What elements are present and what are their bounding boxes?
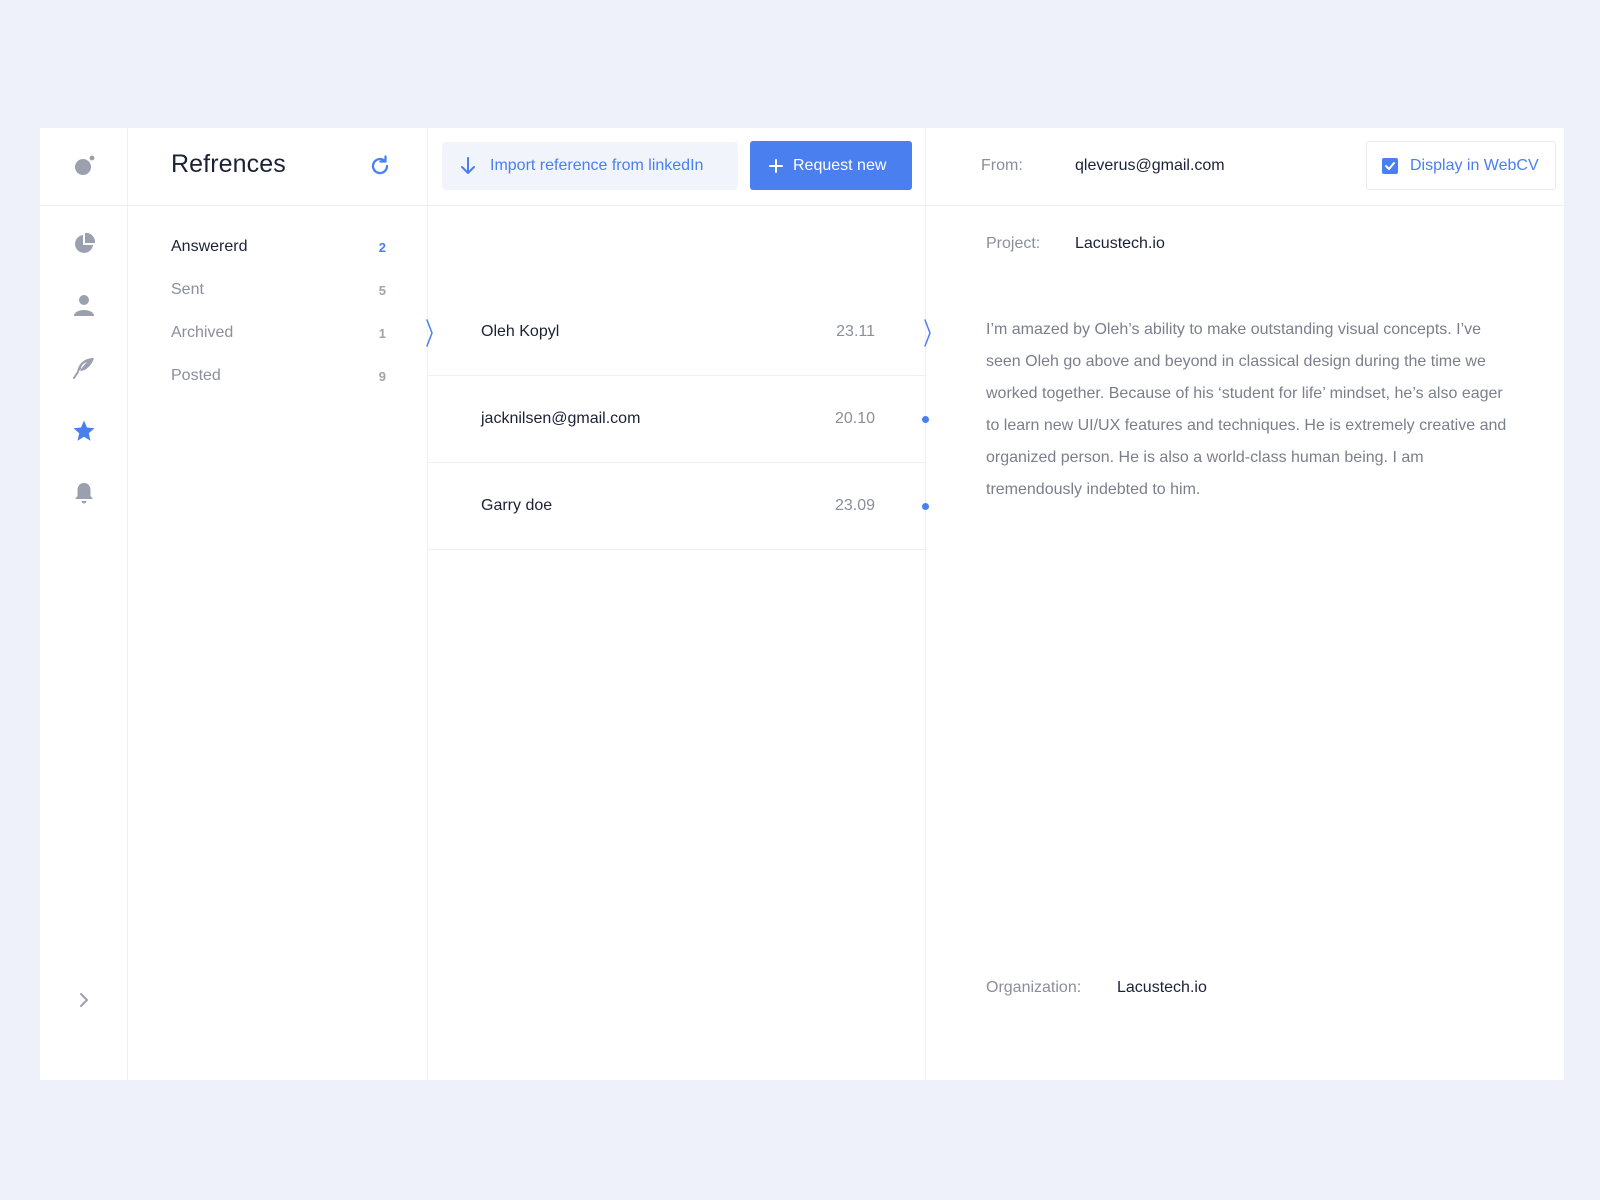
reference-row-selected[interactable]: Oleh Kopyl 23.11 bbox=[426, 289, 931, 376]
reference-row[interactable]: jacknilsen@gmail.com 20.10 bbox=[428, 376, 929, 463]
reference-detail-panel: From: qleverus@gmail.com Display in WebC… bbox=[926, 128, 1564, 1080]
arrow-down-icon bbox=[461, 157, 475, 174]
rail-divider bbox=[40, 205, 128, 206]
category-count: 9 bbox=[378, 368, 386, 384]
category-count: 2 bbox=[378, 239, 386, 255]
reference-date: 23.11 bbox=[836, 323, 875, 340]
category-label: Posted bbox=[171, 367, 221, 384]
bell-icon[interactable] bbox=[70, 479, 98, 507]
reference-date: 23.09 bbox=[834, 497, 875, 514]
from-label: From: bbox=[981, 157, 1023, 174]
pie-chart-icon[interactable] bbox=[70, 230, 98, 258]
organization-value: Lacustech.io bbox=[1117, 979, 1207, 996]
project-label: Project: bbox=[986, 235, 1041, 252]
reference-date: 20.10 bbox=[834, 410, 875, 427]
category-answered[interactable]: Answererd 2 bbox=[171, 233, 386, 261]
reference-list-panel: Import reference from linkedIn Request n… bbox=[426, 128, 931, 1080]
import-linkedin-button[interactable]: Import reference from linkedIn bbox=[442, 142, 738, 190]
refresh-icon[interactable] bbox=[368, 154, 392, 178]
request-new-button[interactable]: Request new bbox=[750, 141, 912, 190]
display-toggle-label: Display in WebCV bbox=[1410, 156, 1539, 174]
category-count: 1 bbox=[378, 325, 386, 341]
icon-rail bbox=[40, 128, 128, 1080]
chevron-right-icon[interactable] bbox=[74, 990, 94, 1010]
display-in-webcv-toggle[interactable]: Display in WebCV bbox=[1366, 141, 1556, 190]
user-icon[interactable] bbox=[70, 291, 98, 319]
references-app: Refrences Answererd 2 Sent 5 Archived 1 … bbox=[40, 128, 1564, 1080]
category-sent[interactable]: Sent 5 bbox=[171, 276, 386, 304]
selection-marker-left bbox=[426, 319, 433, 347]
from-value: qleverus@gmail.com bbox=[1075, 157, 1225, 174]
page-title: Refrences bbox=[171, 150, 286, 178]
logo-icon bbox=[75, 155, 95, 175]
category-label: Answererd bbox=[171, 238, 248, 255]
plus-icon bbox=[769, 158, 783, 173]
project-value: Lacustech.io bbox=[1075, 235, 1165, 252]
category-label: Sent bbox=[171, 281, 204, 298]
category-label: Archived bbox=[171, 324, 234, 341]
categories-panel: Refrences Answererd 2 Sent 5 Archived 1 … bbox=[128, 128, 428, 1080]
import-label: Import reference from linkedIn bbox=[490, 157, 704, 174]
reference-text: I’m amazed by Oleh’s ability to make out… bbox=[986, 321, 1507, 498]
reference-name: Oleh Kopyl bbox=[481, 323, 560, 340]
organization-label: Organization: bbox=[986, 979, 1082, 996]
reference-name: jacknilsen@gmail.com bbox=[481, 410, 641, 427]
star-icon[interactable] bbox=[70, 417, 98, 445]
request-label: Request new bbox=[793, 156, 887, 174]
category-count: 5 bbox=[378, 282, 386, 298]
category-posted[interactable]: Posted 9 bbox=[171, 362, 386, 390]
category-archived[interactable]: Archived 1 bbox=[171, 319, 386, 347]
checkbox-checked-icon bbox=[1382, 157, 1398, 174]
reference-row[interactable]: Garry doe 23.09 bbox=[428, 463, 929, 550]
reference-name: Garry doe bbox=[481, 497, 553, 514]
feather-icon[interactable] bbox=[70, 354, 98, 382]
